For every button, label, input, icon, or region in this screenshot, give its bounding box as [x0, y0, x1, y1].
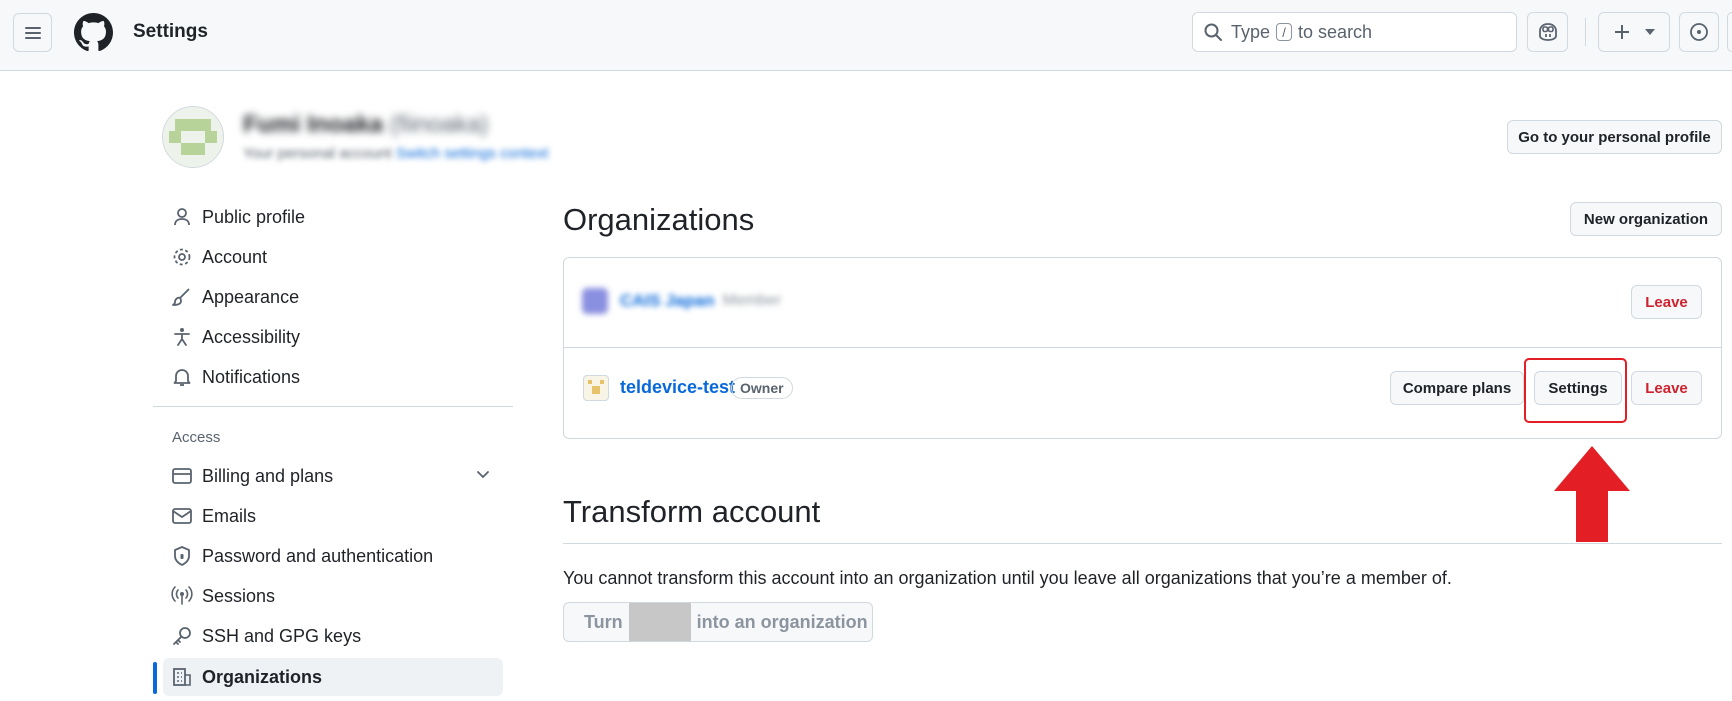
plus-icon	[1615, 25, 1629, 39]
page-title[interactable]: Settings	[133, 21, 208, 43]
account-handle: (fiinoaka)	[389, 111, 489, 138]
sidebar-item-ssh-gpg-keys[interactable]: SSH and GPG keys	[163, 617, 503, 655]
transform-button-suffix: into an organization	[696, 611, 868, 632]
shield-lock-icon	[174, 546, 190, 566]
gear-icon	[173, 248, 191, 266]
org-role: Member	[722, 292, 782, 309]
compare-plans-button[interactable]: Compare plans	[1390, 371, 1524, 405]
sidebar-item-label: Account	[202, 246, 268, 267]
sidebar-item-notifications[interactable]: Notifications	[163, 358, 503, 396]
sidebar-item-appearance[interactable]: Appearance	[163, 278, 503, 316]
avatar	[162, 106, 224, 168]
sidebar-item-label: Billing and plans	[202, 465, 334, 486]
github-logo-icon[interactable]	[74, 13, 113, 52]
organization-icon	[173, 668, 191, 686]
org-row: CAIS Japan Member Leave	[564, 258, 1721, 348]
top-bar: Settings Type / to search	[0, 0, 1732, 71]
owner-badge: Owner	[731, 377, 793, 399]
switch-context-link[interactable]: Switch settings context	[396, 145, 549, 162]
transform-account-button[interactable]: Turn into an organization	[563, 602, 873, 642]
sidebar-item-organizations[interactable]: Organizations	[163, 658, 503, 696]
transform-account-description: You cannot transform this account into a…	[563, 568, 1452, 588]
sidebar-item-label: Organizations	[202, 666, 323, 687]
sidebar-item-label: Appearance	[202, 286, 300, 307]
sidebar-item-label: Emails	[202, 505, 257, 526]
copilot-icon	[1538, 23, 1557, 41]
new-organization-button[interactable]: New organization	[1570, 202, 1722, 236]
search-placeholder-prefix: Type	[1231, 21, 1271, 42]
pull-requests-button[interactable]	[1727, 12, 1732, 52]
account-display-name: Fumi Inoaka	[243, 111, 384, 138]
account-subtitle: Your personal account Switch settings co…	[243, 145, 548, 162]
sidebar-item-label: SSH and GPG keys	[202, 625, 362, 646]
organizations-heading: Organizations	[563, 202, 755, 237]
search-placeholder-suffix: to search	[1298, 21, 1373, 42]
account-name: Fumi Inoaka (fiinoaka)	[243, 111, 488, 139]
sidebar-item-accessibility[interactable]: Accessibility	[163, 318, 503, 356]
sidebar-item-label: Notifications	[202, 366, 301, 387]
search-shortcut-key: /	[1276, 23, 1293, 41]
sidebar-item-label: Public profile	[202, 206, 306, 227]
sidebar-item-emails[interactable]: Emails	[163, 497, 503, 535]
sidebar-item-billing[interactable]: Billing and plans	[163, 457, 503, 495]
copilot-button[interactable]	[1527, 12, 1568, 52]
chevron-down-icon[interactable]	[475, 466, 491, 482]
sidebar-heading-access: Access	[172, 429, 221, 446]
sidebar-item-label: Sessions	[202, 585, 276, 606]
sidebar-item-password[interactable]: Password and authentication	[163, 537, 503, 575]
key-icon	[173, 627, 191, 645]
hamburger-icon	[24, 26, 41, 39]
active-indicator	[153, 662, 157, 694]
personal-profile-button[interactable]: Go to your personal profile	[1507, 120, 1722, 154]
org-name[interactable]: teldevice-test	[620, 377, 735, 398]
sidebar-item-label: Password and authentication	[202, 545, 434, 566]
triangle-down-icon	[1645, 29, 1655, 35]
section-divider	[563, 543, 1722, 544]
sidebar-item-sessions[interactable]: Sessions	[163, 577, 503, 615]
annotation-arrow-icon	[1554, 446, 1630, 542]
sidebar-item-account[interactable]: Account	[163, 238, 503, 276]
person-icon	[174, 208, 190, 226]
broadcast-icon	[171, 586, 193, 605]
org-name[interactable]: CAIS Japan	[620, 291, 714, 311]
accessibility-icon	[174, 328, 190, 346]
create-new-button[interactable]	[1598, 12, 1670, 52]
issues-button[interactable]	[1679, 12, 1719, 52]
mail-icon	[172, 508, 192, 524]
paintbrush-icon	[172, 288, 190, 306]
leave-button[interactable]: Leave	[1631, 371, 1702, 405]
leave-button[interactable]: Leave	[1631, 285, 1702, 319]
sidebar-divider	[153, 406, 513, 407]
menu-button[interactable]	[13, 13, 52, 52]
issue-opened-icon	[1690, 23, 1708, 41]
bell-icon	[173, 369, 191, 386]
identicon-icon	[163, 107, 223, 167]
search-input[interactable]: Type / to search	[1192, 12, 1517, 52]
search-icon	[1204, 23, 1222, 41]
annotation-highlight-box	[1524, 358, 1627, 423]
org-logo-icon	[588, 380, 604, 394]
credit-card-icon	[172, 468, 192, 484]
account-type: Your personal account	[243, 145, 392, 162]
redacted-username	[628, 603, 691, 641]
header-divider	[1585, 18, 1586, 46]
blurred-org: CAIS Japan Member	[582, 288, 781, 314]
sidebar-item-label: Accessibility	[202, 326, 301, 347]
transform-account-heading: Transform account	[563, 494, 821, 529]
org-logo	[582, 288, 608, 314]
org-logo	[583, 375, 609, 401]
sidebar-item-public-profile[interactable]: Public profile	[163, 198, 503, 236]
transform-button-prefix: Turn	[584, 611, 623, 632]
